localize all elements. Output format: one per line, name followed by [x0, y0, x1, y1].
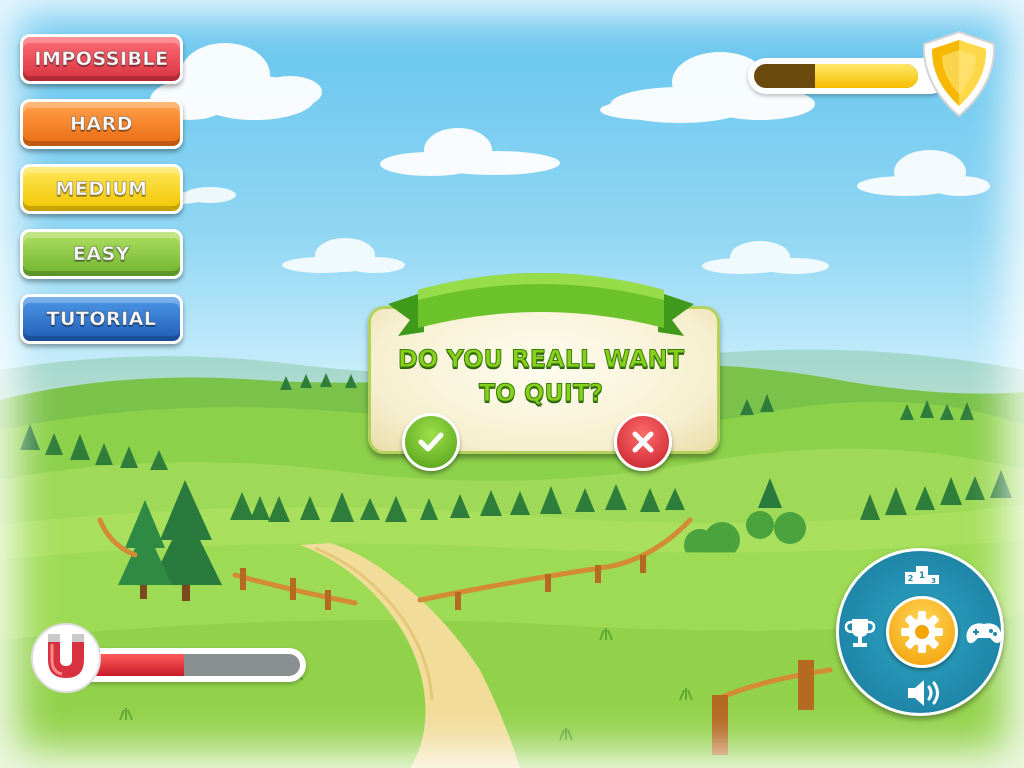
hard-button[interactable]: HARD: [20, 99, 183, 149]
quit-message-line1: DO YOU REALL WANT: [397, 345, 685, 374]
shield-progress-fill: [814, 64, 918, 88]
magnet-progress-track: [86, 654, 300, 676]
settings-gear-icon: [901, 611, 943, 653]
magnet-icon: [31, 623, 101, 693]
leaderboard-podium-icon: 1 2 3: [905, 566, 939, 584]
gamepad-button[interactable]: [962, 618, 1006, 648]
shield-icon: [922, 30, 996, 118]
check-icon: [418, 432, 444, 452]
shield-progress-track: [754, 64, 918, 88]
svg-text:2: 2: [908, 574, 914, 583]
settings-button[interactable]: [886, 596, 958, 668]
impossible-label: IMPOSSIBLE: [34, 47, 169, 70]
impossible-button[interactable]: IMPOSSIBLE: [20, 34, 183, 84]
tutorial-label: TUTORIAL: [46, 307, 157, 330]
quit-message-line2: TO QUIT?: [478, 379, 604, 408]
medium-label: MEDIUM: [55, 177, 148, 200]
trophy-icon: [844, 619, 876, 647]
sound-button[interactable]: [902, 676, 946, 710]
gamepad-icon: [966, 623, 1002, 644]
cross-icon: [632, 431, 654, 453]
ribbon-banner: [388, 273, 694, 336]
tutorial-button[interactable]: TUTORIAL: [20, 294, 183, 344]
easy-label: EASY: [72, 242, 131, 265]
hard-label: HARD: [69, 112, 133, 135]
quit-message: DO YOU REALL WANT TO QUIT?: [368, 342, 714, 410]
svg-text:1: 1: [919, 571, 925, 581]
cancel-quit-button[interactable]: [614, 413, 672, 471]
easy-button[interactable]: EASY: [20, 229, 183, 279]
trophy-button[interactable]: [842, 614, 878, 650]
leaderboard-button[interactable]: 1 2 3: [902, 560, 942, 586]
confirm-quit-button[interactable]: [402, 413, 460, 471]
medium-button[interactable]: MEDIUM: [20, 164, 183, 214]
svg-text:3: 3: [931, 577, 936, 584]
sound-icon: [908, 680, 939, 706]
